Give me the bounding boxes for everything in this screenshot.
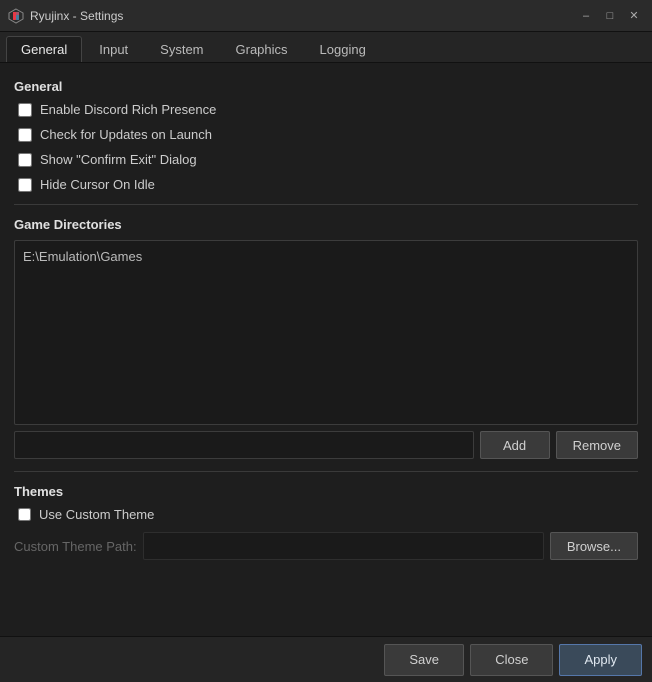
updates-checkbox[interactable] xyxy=(18,128,32,142)
general-section-heading: General xyxy=(14,79,638,94)
tab-input[interactable]: Input xyxy=(84,36,143,62)
discord-label: Enable Discord Rich Presence xyxy=(40,102,216,117)
dirs-controls: Add Remove xyxy=(14,431,638,459)
custom-theme-path-row: Custom Theme Path: Browse... xyxy=(14,532,638,560)
custom-theme-path-label: Custom Theme Path: xyxy=(14,539,137,554)
minimize-button[interactable]: – xyxy=(576,6,596,26)
game-dir-item: E:\Emulation\Games xyxy=(23,247,629,266)
use-custom-theme-row: Use Custom Theme xyxy=(14,507,638,522)
tab-logging[interactable]: Logging xyxy=(305,36,381,62)
use-custom-theme-label: Use Custom Theme xyxy=(39,507,154,522)
close-button[interactable]: ✕ xyxy=(624,6,644,26)
save-button[interactable]: Save xyxy=(384,644,464,676)
close-settings-button[interactable]: Close xyxy=(470,644,553,676)
hide-cursor-checkbox[interactable] xyxy=(18,178,32,192)
use-custom-theme-checkbox[interactable] xyxy=(18,508,31,521)
discord-row: Enable Discord Rich Presence xyxy=(14,102,638,117)
bottom-bar: Save Close Apply xyxy=(0,636,652,682)
app-logo-icon xyxy=(8,8,24,24)
updates-row: Check for Updates on Launch xyxy=(14,127,638,142)
discord-checkbox[interactable] xyxy=(18,103,32,117)
confirm-exit-row: Show "Confirm Exit" Dialog xyxy=(14,152,638,167)
remove-button[interactable]: Remove xyxy=(556,431,638,459)
apply-button[interactable]: Apply xyxy=(559,644,642,676)
tab-graphics[interactable]: Graphics xyxy=(221,36,303,62)
game-dirs-list[interactable]: E:\Emulation\Games xyxy=(14,240,638,425)
tabs-bar: General Input System Graphics Logging xyxy=(0,32,652,63)
add-button[interactable]: Add xyxy=(480,431,550,459)
maximize-button[interactable]: □ xyxy=(600,6,620,26)
game-dirs-heading: Game Directories xyxy=(14,217,638,232)
browse-button[interactable]: Browse... xyxy=(550,532,638,560)
hide-cursor-label: Hide Cursor On Idle xyxy=(40,177,155,192)
tab-general[interactable]: General xyxy=(6,36,82,62)
themes-heading: Themes xyxy=(14,484,638,499)
updates-label: Check for Updates on Launch xyxy=(40,127,212,142)
titlebar-controls: – □ ✕ xyxy=(576,6,644,26)
confirm-exit-checkbox[interactable] xyxy=(18,153,32,167)
titlebar-left: Ryujinx - Settings xyxy=(8,8,123,24)
divider-2 xyxy=(14,471,638,472)
window-title: Ryujinx - Settings xyxy=(30,9,123,23)
titlebar: Ryujinx - Settings – □ ✕ xyxy=(0,0,652,32)
hide-cursor-row: Hide Cursor On Idle xyxy=(14,177,638,192)
custom-theme-path-input[interactable] xyxy=(143,532,544,560)
main-content: General Enable Discord Rich Presence Che… xyxy=(0,63,652,633)
themes-section: Themes Use Custom Theme Custom Theme Pat… xyxy=(14,484,638,560)
divider-1 xyxy=(14,204,638,205)
dirs-path-input[interactable] xyxy=(14,431,474,459)
confirm-exit-label: Show "Confirm Exit" Dialog xyxy=(40,152,197,167)
game-directories-section: Game Directories E:\Emulation\Games Add … xyxy=(14,217,638,459)
tab-system[interactable]: System xyxy=(145,36,218,62)
